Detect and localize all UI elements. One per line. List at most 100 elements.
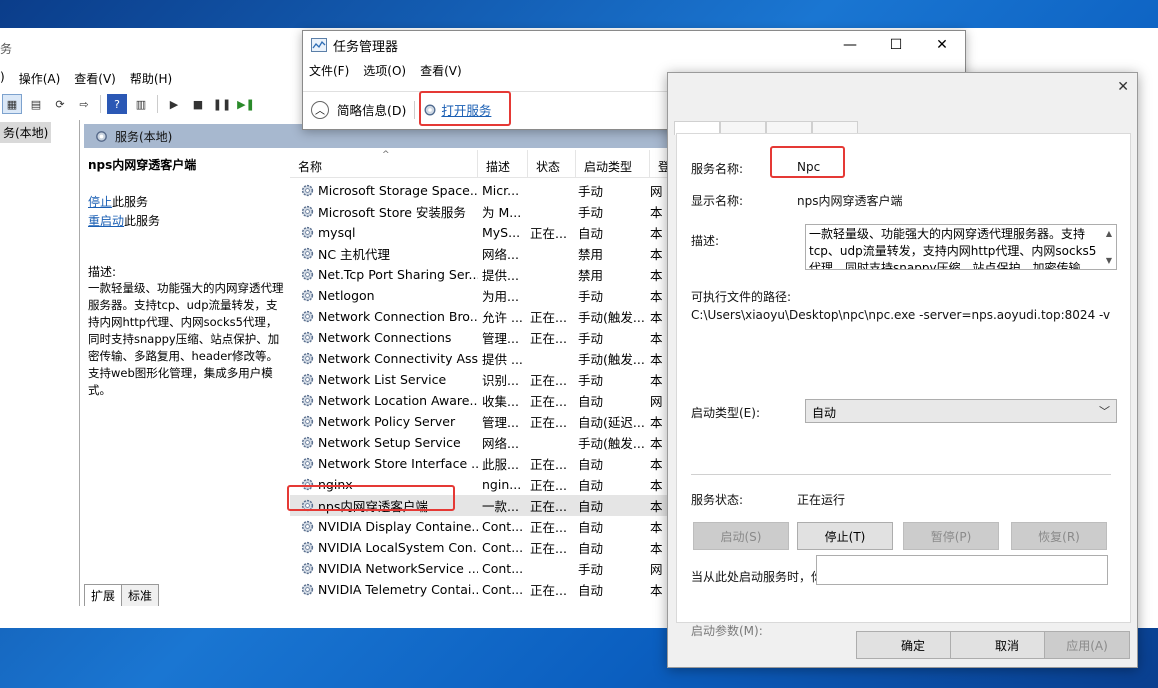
column-description[interactable]: 描述: [478, 150, 528, 177]
stop-service-link[interactable]: 停止: [88, 195, 112, 209]
column-startup-type[interactable]: 启动类型: [576, 150, 650, 177]
row-name-cell: NVIDIA Display Containe...: [290, 519, 478, 534]
row-name-cell: Network List Service: [290, 372, 478, 387]
help-icon[interactable]: ?: [107, 94, 127, 114]
tab-extended[interactable]: 扩展: [84, 584, 123, 606]
table-row[interactable]: Network Policy Server 管理... 正在... 自动(延迟... 本: [290, 411, 670, 432]
column-name[interactable]: 名称: [290, 150, 478, 177]
table-row[interactable]: Network List Service 识别... 正在... 手动本: [290, 369, 670, 390]
display-name-value: nps内网穿透客户端: [797, 194, 903, 208]
table-row[interactable]: Network Location Aware... 收集... 正在... 自动网: [290, 390, 670, 411]
row-startup-type: 手动: [578, 205, 604, 220]
service-gear-icon: [301, 205, 314, 218]
row-name: mysql: [318, 225, 356, 240]
description-label: 描述:: [691, 234, 720, 248]
menu-help[interactable]: 帮助(H): [130, 68, 172, 90]
pause-button[interactable]: 暂停(P): [903, 522, 999, 550]
table-row[interactable]: NVIDIA LocalSystem Con... Cont... 正在... 自动本: [290, 537, 670, 558]
startup-type-label: 启动类型(E):: [691, 406, 760, 420]
tm-menu-file[interactable]: 文件(F): [309, 62, 349, 79]
task-manager-icon: [311, 38, 327, 52]
restart-service-icon[interactable]: ▶❚: [236, 94, 256, 114]
row-startup-type: 手动: [578, 562, 604, 577]
restart-service-link[interactable]: 重启动: [88, 214, 124, 228]
apply-button[interactable]: 应用(A): [1044, 631, 1130, 659]
open-services-label[interactable]: 打开服务: [441, 100, 491, 119]
service-gear-icon: [301, 499, 314, 512]
close-icon[interactable]: ✕: [919, 31, 965, 59]
menu-action[interactable]: 操作(A): [19, 68, 61, 90]
row-name: Network Connections: [318, 330, 452, 345]
table-row[interactable]: nps内网穿透客户端 一款... 正在... 自动本: [290, 495, 670, 516]
row-name: nginx: [318, 477, 353, 492]
refresh-icon[interactable]: ⟳: [50, 94, 70, 114]
fewer-details-button[interactable]: 简略信息(D): [337, 100, 406, 119]
row-name: Network Setup Service: [318, 435, 461, 450]
pause-service-icon[interactable]: ❚❚: [212, 94, 232, 114]
table-row[interactable]: NVIDIA Display Containe... Cont... 正在... 自动…: [290, 516, 670, 537]
resume-button[interactable]: 恢复(R): [1011, 522, 1107, 550]
show-list-icon[interactable]: ▥: [131, 94, 151, 114]
description-textarea[interactable]: 一款轻量级、功能强大的内网穿透代理服务器。支持tcp、udp流量转发，支持内网h…: [805, 224, 1117, 270]
scroll-down-icon[interactable]: ▼: [1106, 252, 1112, 269]
table-row[interactable]: Network Store Interface ... 此服... 正在... 自动本: [290, 453, 670, 474]
window-controls: — ☐ ✕: [827, 31, 965, 59]
service-gear-icon: [301, 331, 314, 344]
table-row[interactable]: NC 主机代理 网络... 禁用本: [290, 243, 670, 264]
table-row[interactable]: Network Connection Bro... 允许 ... 正在... 手动(触…: [290, 306, 670, 327]
table-row[interactable]: Network Connectivity Ass... 提供 ... 手动(触发..…: [290, 348, 670, 369]
table-row[interactable]: Netlogon 为用... 手动本: [290, 285, 670, 306]
row-desc: Cont...: [482, 519, 524, 534]
tree-item-services-local[interactable]: 务(本地): [0, 122, 52, 143]
gear-icon: [96, 130, 107, 142]
show-tree-icon[interactable]: ▦: [2, 94, 22, 114]
table-row[interactable]: nginx ngin... 正在... 自动本: [290, 474, 670, 495]
open-services-link[interactable]: 打开服务: [423, 100, 491, 119]
table-row[interactable]: Microsoft Storage Space... Micr... 手动网: [290, 180, 670, 201]
menu-view[interactable]: 查看(V): [74, 68, 116, 90]
tm-menu-options[interactable]: 选项(O): [363, 62, 406, 79]
selected-service-name: nps内网穿透客户端: [88, 158, 197, 172]
table-row[interactable]: mysql MyS... 正在... 自动本: [290, 222, 670, 243]
description-scrollbar[interactable]: ▲ ▼: [1102, 225, 1116, 269]
tm-menu-view[interactable]: 查看(V): [420, 62, 462, 79]
close-icon[interactable]: ✕: [1117, 79, 1129, 95]
task-manager-title: 任务管理器: [333, 39, 399, 55]
row-status: 正在...: [530, 373, 567, 388]
start-params-input[interactable]: [816, 555, 1108, 585]
stop-service-icon[interactable]: ■: [188, 94, 208, 114]
table-row[interactable]: Network Setup Service 网络... 手动(触发... 本: [290, 432, 670, 453]
start-service-icon[interactable]: ▶: [164, 94, 184, 114]
tree-pane: 务(本地): [0, 120, 80, 606]
row-desc: Cont...: [482, 540, 524, 555]
start-button[interactable]: 启动(S): [693, 522, 789, 550]
row-name: Network Connectivity Ass...: [318, 351, 478, 366]
stop-button[interactable]: 停止(T): [797, 522, 893, 550]
row-name: Microsoft Store 安装服务: [318, 205, 466, 220]
table-row[interactable]: Microsoft Store 安装服务为 M... 手动本: [290, 201, 670, 222]
row-name: NVIDIA LocalSystem Con...: [318, 540, 478, 555]
table-row[interactable]: NVIDIA Telemetry Contai... Cont... 正在... 自动…: [290, 579, 670, 600]
table-row[interactable]: Network Connections 管理... 正在... 手动本: [290, 327, 670, 348]
table-row[interactable]: NVIDIA NetworkService ... Cont... 手动网: [290, 558, 670, 579]
row-name-cell: Network Location Aware...: [290, 393, 478, 408]
row-desc: 一款...: [482, 499, 519, 514]
row-desc: 允许 ...: [482, 310, 523, 325]
table-row[interactable]: Net.Tcp Port Sharing Ser... 提供... 禁用本: [290, 264, 670, 285]
maximize-icon[interactable]: ☐: [873, 31, 919, 59]
startup-type-select[interactable]: 自动 ﹀: [805, 399, 1117, 423]
row-name: NVIDIA Display Containe...: [318, 519, 478, 534]
column-status[interactable]: 状态: [528, 150, 576, 177]
row-name: Network Store Interface ...: [318, 456, 478, 471]
row-desc: 提供...: [482, 268, 519, 283]
properties-icon[interactable]: ▤: [26, 94, 46, 114]
minimize-icon[interactable]: —: [827, 31, 873, 59]
row-name-cell: nps内网穿透客户端: [290, 496, 478, 515]
stop-suffix: 此服务: [112, 195, 149, 209]
scroll-up-icon[interactable]: ▲: [1106, 225, 1112, 242]
row-startup-type: 禁用: [578, 247, 604, 262]
chevron-up-icon[interactable]: ︿: [311, 100, 329, 119]
row-startup-type: 手动: [578, 373, 604, 388]
tab-standard[interactable]: 标准: [121, 584, 160, 606]
export-icon[interactable]: ⇨: [74, 94, 94, 114]
